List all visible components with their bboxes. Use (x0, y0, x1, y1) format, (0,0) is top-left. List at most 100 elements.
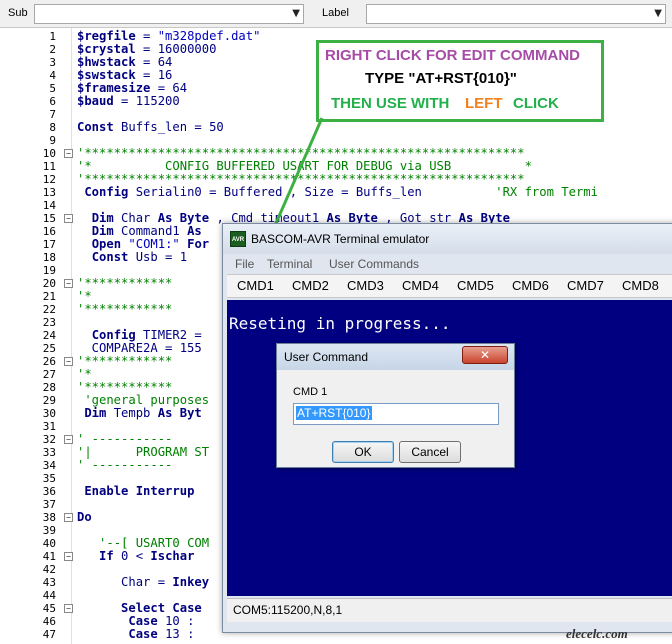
line-number: 46 (42, 615, 56, 628)
label-dropdown[interactable]: ▼ (366, 4, 666, 24)
code-token: 13 : (157, 627, 195, 641)
callout-left-word: LEFT (465, 95, 503, 112)
code-token: '| PROGRAM ST (77, 445, 210, 459)
code-line[interactable]: Case 13 : (77, 628, 194, 641)
fold-toggle-icon[interactable]: − (64, 214, 73, 223)
code-line[interactable]: $baud = 115200 (77, 95, 180, 108)
chevron-down-icon[interactable]: ▼ (292, 8, 300, 19)
line-number: 36 (42, 485, 56, 498)
fold-toggle-icon[interactable]: − (64, 149, 73, 158)
menu-file[interactable]: File (235, 257, 254, 271)
code-token: '* (77, 367, 92, 381)
line-number: 44 (42, 589, 56, 602)
cmd3-button[interactable]: CMD3 (347, 278, 384, 293)
code-token: Enable Interrup (84, 484, 195, 498)
code-token: As (187, 224, 202, 238)
close-icon[interactable]: ✕ (462, 346, 508, 364)
code-token: ' ----------- (77, 432, 173, 446)
line-number: 27 (42, 368, 56, 381)
code-line[interactable]: If 0 < Ischar (77, 550, 194, 563)
status-bar: COM5:115200,N,8,1 (227, 598, 672, 622)
line-number: 17 (42, 238, 56, 251)
menu-user-commands[interactable]: User Commands (329, 257, 419, 271)
line-number: 18 (42, 251, 56, 264)
line-number: 20 (42, 277, 56, 290)
code-line[interactable]: Const Usb = 1 (77, 251, 187, 264)
code-token: Char = (77, 575, 173, 589)
code-token: $framesize (77, 81, 151, 95)
code-token: "COM1:" (128, 237, 180, 251)
line-number: 35 (42, 472, 56, 485)
line-number: 12 (42, 173, 56, 186)
dialog-title-bar[interactable]: User Command ✕ (277, 344, 514, 370)
sub-dropdown[interactable]: ▼ (34, 4, 304, 24)
line-number: 16 (42, 225, 56, 238)
line-number: 11 (42, 160, 56, 173)
line-number: 33 (42, 446, 56, 459)
code-token: = 64 (150, 81, 188, 95)
menu-terminal[interactable]: Terminal (267, 257, 312, 271)
code-line[interactable]: Enable Interrup (77, 485, 194, 498)
code-line[interactable]: ' ----------- (77, 459, 172, 472)
code-line[interactable]: Dim Tempb As Byt (77, 406, 202, 420)
cmd6-button[interactable]: CMD6 (512, 278, 549, 293)
line-number: 8 (49, 121, 56, 134)
code-token: 'general purposes (77, 393, 210, 407)
navigation-toolbar: Sub ▼ Label ▼ (0, 0, 672, 28)
code-line[interactable]: '************ (77, 303, 172, 316)
line-number: 15 (42, 212, 56, 225)
fold-toggle-icon[interactable]: − (64, 279, 73, 288)
code-line[interactable]: Const Buffs_len = 50 (77, 121, 224, 134)
code-token: TIMER2 = (135, 328, 202, 342)
code-line[interactable]: Config Serialin0 = Buffered , Size = Buf… (77, 186, 598, 199)
cancel-button[interactable]: Cancel (399, 441, 461, 463)
ok-button[interactable]: OK (332, 441, 394, 463)
code-token: Dim (84, 406, 107, 420)
code-token: Case (128, 627, 158, 641)
line-number: 45 (42, 602, 56, 615)
line-number: 14 (42, 199, 56, 212)
line-number: 41 (42, 550, 56, 563)
user-command-dialog[interactable]: User Command ✕ CMD 1 AT+RST{010} OK Canc… (276, 343, 515, 468)
fold-toggle-icon[interactable]: − (64, 435, 73, 444)
command-input-value: AT+RST{010} (296, 406, 372, 420)
code-token: Config (84, 185, 129, 199)
fold-toggle-icon[interactable]: − (64, 357, 73, 366)
callout-line-2: TYPE "AT+RST{010}" (365, 70, 517, 87)
terminal-title-bar[interactable]: AVR BASCOM-AVR Terminal emulator (223, 224, 672, 254)
command-input[interactable]: AT+RST{010} (293, 403, 499, 425)
line-number: 38 (42, 511, 56, 524)
cmd8-button[interactable]: CMD8 (622, 278, 659, 293)
avr-app-icon: AVR (230, 231, 246, 247)
code-token: = 16000000 (135, 42, 217, 56)
terminal-title: BASCOM-AVR Terminal emulator (251, 232, 430, 246)
code-token: 'RX from Termi (495, 185, 598, 199)
code-token: '* (77, 289, 92, 303)
fold-toggle-icon[interactable]: − (64, 513, 73, 522)
line-number: 6 (49, 95, 56, 108)
line-number: 31 (42, 420, 56, 433)
code-token: Select Case (121, 601, 202, 615)
cmd5-button[interactable]: CMD5 (457, 278, 494, 293)
line-number: 22 (42, 303, 56, 316)
line-number: 39 (42, 524, 56, 537)
code-line[interactable]: Char = Inkey (77, 576, 209, 589)
cmd7-button[interactable]: CMD7 (567, 278, 604, 293)
line-number: 25 (42, 342, 56, 355)
line-number: 40 (42, 537, 56, 550)
code-token: As Byt (157, 406, 202, 420)
chevron-down-icon[interactable]: ▼ (654, 8, 662, 19)
code-token: '************ (77, 276, 173, 290)
code-token: = 115200 (113, 94, 180, 108)
cmd1-button[interactable]: CMD1 (237, 278, 274, 293)
fold-toggle-icon[interactable]: − (64, 552, 73, 561)
cmd4-button[interactable]: CMD4 (402, 278, 439, 293)
fold-toggle-icon[interactable]: − (64, 604, 73, 613)
line-number: 2 (49, 43, 56, 56)
cmd2-button[interactable]: CMD2 (292, 278, 329, 293)
line-number: 24 (42, 329, 56, 342)
code-line[interactable]: Do (77, 511, 92, 524)
